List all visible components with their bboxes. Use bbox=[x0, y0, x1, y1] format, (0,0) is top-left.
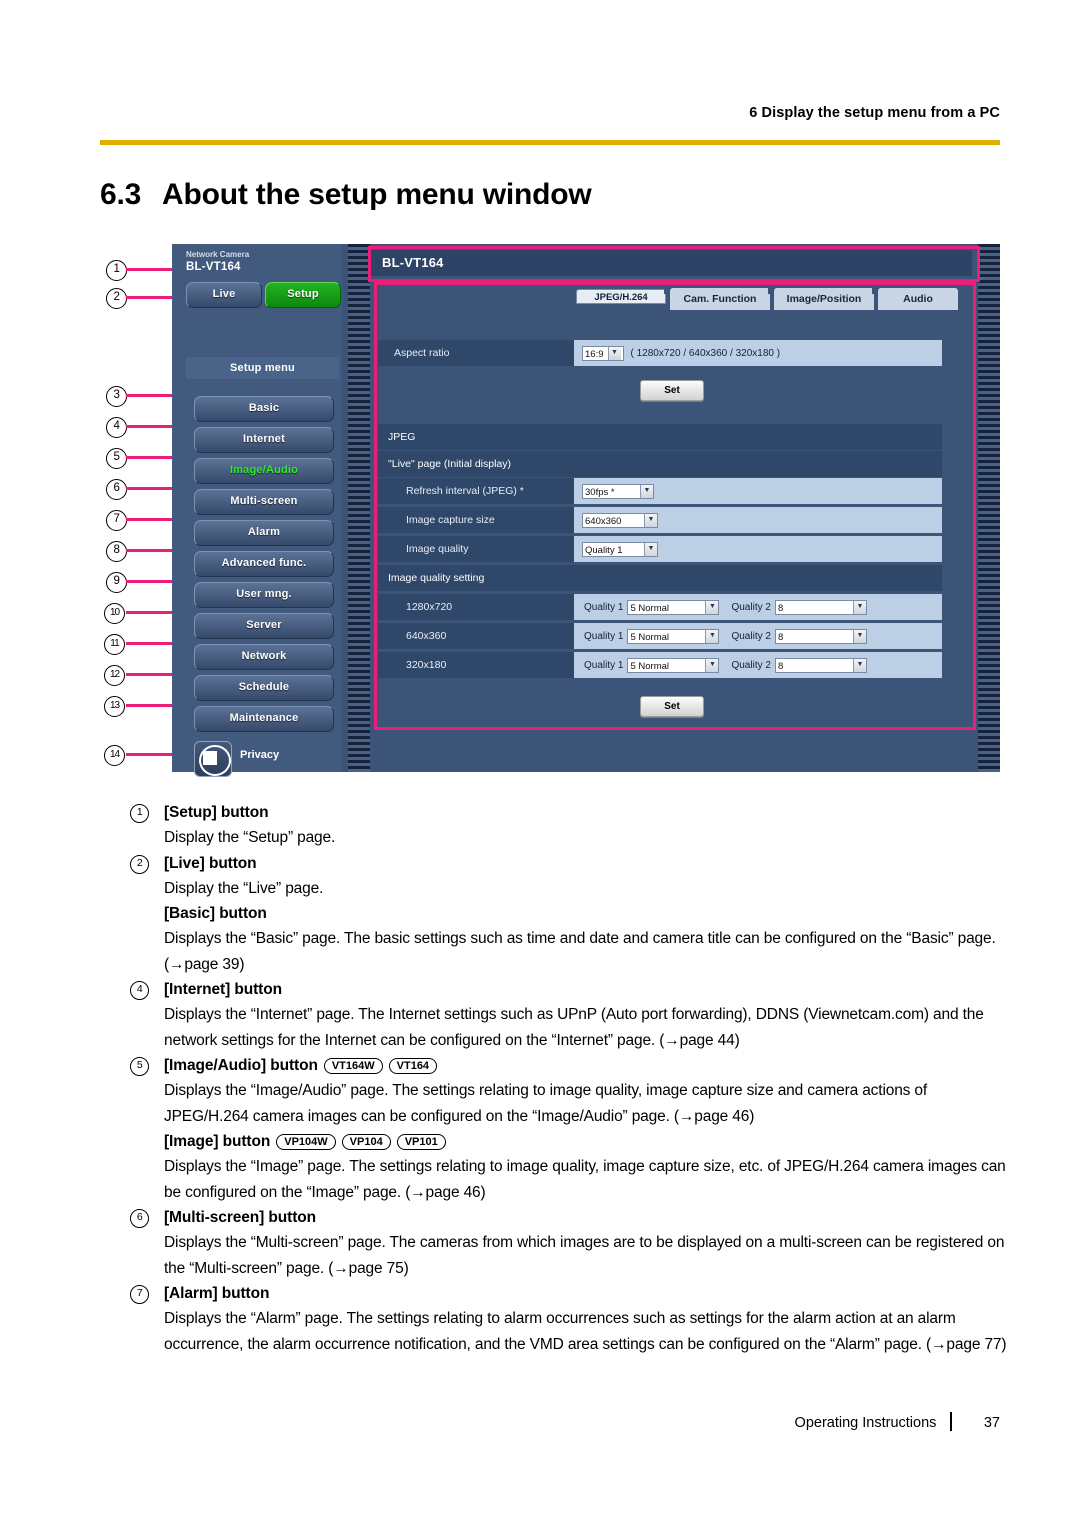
item-heading: [Image/Audio] button VT164W VT164 bbox=[164, 1053, 1010, 1078]
callout-12: 12 bbox=[104, 665, 125, 686]
list-marker: 2 bbox=[130, 854, 149, 874]
description-list: 1 [Setup] button Display the “Setup” pag… bbox=[130, 800, 1010, 1357]
model-badge-vp104: VP104 bbox=[341, 1133, 391, 1150]
page-footer: Operating Instructions 37 bbox=[100, 1412, 1000, 1431]
item-heading: [Internet] button bbox=[164, 981, 282, 998]
item-heading: [Image] button VP104W VP104 VP101 bbox=[164, 1129, 1010, 1154]
live-button[interactable]: Live bbox=[186, 282, 262, 308]
highlight-main-panel bbox=[374, 282, 976, 730]
sidebar-item-maintenance[interactable]: Maintenance bbox=[194, 706, 334, 732]
brand-line-1: Network Camera bbox=[186, 250, 250, 259]
sidebar-item-schedule[interactable]: Schedule bbox=[194, 675, 334, 701]
sidebar-item-image-audio[interactable]: Image/Audio bbox=[194, 458, 334, 484]
sidebar-item-advanced-func[interactable]: Advanced func. bbox=[194, 551, 334, 577]
section-number: 6.3 bbox=[100, 178, 142, 211]
item-body: Displays the “Internet” page. The Intern… bbox=[164, 1006, 984, 1049]
list-marker: 4 bbox=[130, 981, 149, 1000]
list-item: 4 [Internet] button Displays the “Intern… bbox=[130, 977, 1010, 1053]
model-badge-vt164w: VT164W bbox=[323, 1057, 383, 1074]
list-item: 7 [Alarm] button Displays the “Alarm” pa… bbox=[130, 1281, 1010, 1357]
item-heading-text: [Image] button bbox=[164, 1133, 271, 1150]
model-badge-vp101: VP101 bbox=[396, 1133, 446, 1150]
list-marker: 1 bbox=[130, 804, 149, 823]
item-heading-text: [Image/Audio] button bbox=[164, 1057, 318, 1074]
list-item: 1 [Setup] button Display the “Setup” pag… bbox=[130, 800, 1010, 851]
page-title: 6.3 About the setup menu window bbox=[100, 178, 1000, 212]
camera-brand: Network Camera BL-VT164 bbox=[186, 250, 249, 274]
list-marker: 7 bbox=[130, 1285, 149, 1304]
list-item: 2 [Live] button Display the “Live” page. bbox=[130, 851, 1010, 902]
item-body: Display the “Live” page. bbox=[164, 879, 324, 897]
sidebar-item-server[interactable]: Server bbox=[194, 613, 334, 639]
list-marker: 5 bbox=[130, 1057, 149, 1076]
footer-page-number: 37 bbox=[983, 1415, 1000, 1431]
list-item: [Image] button VP104W VP104 VP101 Displays … bbox=[130, 1129, 1010, 1205]
brand-model: BL-VT164 bbox=[186, 261, 241, 273]
setup-menu-figure: 1 2 3 4 5 6 7 8 9 10 11 12 13 14 15 16 N… bbox=[100, 238, 1000, 798]
item-body: Displays the “Basic” page. The basic set… bbox=[164, 930, 996, 973]
footer-divider bbox=[950, 1412, 952, 1431]
item-heading: [Setup] button bbox=[164, 804, 269, 821]
callout-8: 8 bbox=[106, 541, 127, 562]
callout-1: 1 bbox=[106, 260, 127, 281]
sidebar-item-multi-screen[interactable]: Multi-screen bbox=[194, 489, 334, 515]
item-body: Displays the “Image” page. The settings … bbox=[164, 1158, 1006, 1201]
list-item: 6 [Multi-screen] button Displays the “Mu… bbox=[130, 1205, 1010, 1281]
camera-sidebar: Network Camera BL-VT164 Live Setup Setup… bbox=[172, 244, 342, 777]
item-heading: [Live] button bbox=[164, 854, 257, 872]
callout-4: 4 bbox=[106, 417, 127, 438]
list-item: [Basic] button Displays the “Basic” page… bbox=[130, 901, 1010, 977]
setup-button[interactable]: Setup bbox=[265, 282, 341, 308]
callout-3: 3 bbox=[106, 386, 127, 407]
model-badge-vt164: VT164 bbox=[388, 1057, 438, 1074]
running-head: 6 Display the setup menu from a PC bbox=[749, 105, 1000, 121]
item-body: Displays the “Multi-screen” page. The ca… bbox=[164, 1234, 1005, 1277]
privacy-label: Privacy bbox=[240, 749, 280, 761]
model-badge-vp104w: VP104W bbox=[276, 1133, 336, 1150]
sidebar-item-internet[interactable]: Internet bbox=[194, 427, 334, 453]
divider-stripes-left bbox=[348, 244, 370, 772]
section-title: About the setup menu window bbox=[162, 178, 592, 211]
callout-6: 6 bbox=[106, 479, 127, 500]
callout-13: 13 bbox=[104, 696, 125, 717]
sidebar-item-basic[interactable]: Basic bbox=[194, 396, 334, 422]
sidebar-item-alarm[interactable]: Alarm bbox=[194, 520, 334, 546]
list-item: 5 [Image/Audio] button VT164W VT164 Displa… bbox=[130, 1053, 1010, 1129]
item-body: Displays the “Alarm” page. The settings … bbox=[164, 1310, 1007, 1353]
item-body: Displays the “Image/Audio” page. The set… bbox=[164, 1082, 928, 1125]
item-heading: [Basic] button bbox=[164, 905, 267, 922]
item-heading: [Multi-screen] button bbox=[164, 1209, 317, 1226]
callout-14: 14 bbox=[104, 745, 125, 766]
callout-11: 11 bbox=[104, 634, 125, 655]
divider-stripes-right bbox=[978, 244, 1000, 772]
header-rule bbox=[100, 140, 1000, 145]
callout-9: 9 bbox=[106, 572, 127, 593]
sidebar-item-network[interactable]: Network bbox=[194, 644, 334, 670]
item-body: Display the “Setup” page. bbox=[164, 829, 336, 846]
callout-2: 2 bbox=[106, 288, 127, 309]
setup-menu-title: Setup menu bbox=[186, 357, 339, 379]
callout-5: 5 bbox=[106, 448, 127, 469]
footer-label: Operating Instructions bbox=[794, 1415, 937, 1431]
item-heading: [Alarm] button bbox=[164, 1285, 270, 1302]
callout-10: 10 bbox=[104, 603, 125, 624]
highlight-title-bar bbox=[368, 246, 980, 282]
callout-7: 7 bbox=[106, 510, 127, 531]
privacy-icon[interactable] bbox=[194, 741, 232, 777]
sidebar-item-user-mng[interactable]: User mng. bbox=[194, 582, 334, 608]
list-marker: 6 bbox=[130, 1209, 149, 1228]
